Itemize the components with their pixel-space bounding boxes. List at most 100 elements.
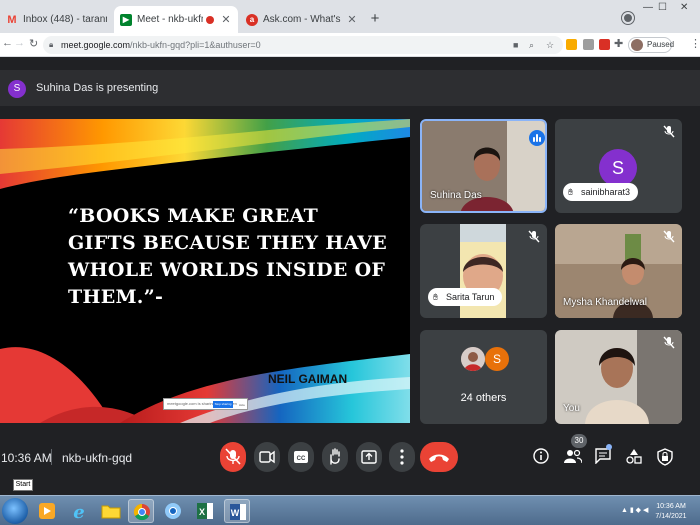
slide-quote: “BOOKS MAKE GREAT GIFTS BECAUSE THEY HAV… bbox=[68, 205, 388, 308]
profile-status: Paused bbox=[647, 40, 675, 49]
host-controls-icon[interactable] bbox=[657, 448, 673, 471]
tab-strip: M Inbox (448) - tarannum@theindi ▶ Meet … bbox=[0, 0, 700, 33]
self-tile[interactable]: You bbox=[555, 330, 682, 424]
screen: M Inbox (448) - tarannum@theindi ▶ Meet … bbox=[0, 0, 700, 525]
avatar: S bbox=[485, 347, 509, 371]
more-options-button[interactable] bbox=[389, 442, 415, 472]
extension-icon[interactable] bbox=[583, 39, 594, 50]
muted-mic-icon bbox=[659, 230, 679, 250]
people-count-badge: 30 bbox=[571, 434, 587, 448]
file-explorer-icon[interactable] bbox=[98, 499, 124, 523]
recording-dot-icon bbox=[206, 15, 214, 24]
clock-time: 10:36 AM bbox=[656, 503, 686, 510]
excel-icon[interactable]: X bbox=[192, 499, 218, 523]
hand-icon: ✋︎ bbox=[433, 292, 439, 302]
gmail-icon: M bbox=[7, 13, 17, 26]
profile-button[interactable]: Paused bbox=[628, 37, 675, 53]
captions-icon: CC bbox=[294, 451, 308, 463]
reload-icon[interactable]: ↻ bbox=[29, 37, 38, 50]
svg-text:W: W bbox=[231, 508, 240, 518]
extension-download-icon[interactable] bbox=[566, 39, 577, 50]
leave-call-button[interactable] bbox=[420, 442, 458, 472]
raise-hand-button[interactable] bbox=[322, 442, 348, 472]
participant-tile[interactable]: Suhina Das bbox=[420, 119, 547, 213]
meeting-code: nkb-ukfn-gqd bbox=[62, 451, 133, 465]
close-tab-icon[interactable]: ✕ bbox=[346, 13, 358, 26]
tab-title: Ask.com - What's Your Question bbox=[263, 14, 343, 25]
captions-button[interactable]: CC bbox=[288, 442, 314, 472]
tray-icons[interactable]: ▲ ▮ ◆ ◀︎ bbox=[621, 506, 648, 514]
muted-mic-icon bbox=[524, 230, 544, 250]
tab-title: Inbox (448) - tarannum@theindi bbox=[23, 14, 107, 25]
presenting-label: Suhina Das is presenting bbox=[36, 82, 159, 94]
windows-taskbar: e X W bbox=[0, 495, 700, 525]
info-icon[interactable] bbox=[533, 448, 549, 469]
new-tab-button[interactable]: + bbox=[367, 11, 383, 27]
ask-icon: a bbox=[246, 13, 258, 26]
participant-tile[interactable]: ✋︎ Sarita Tarun bbox=[420, 224, 547, 318]
meeting-controls: 10:36 AM nkb-ukfn-gqd CC bbox=[0, 430, 700, 480]
tab-ask[interactable]: a Ask.com - What's Your Question ✕ bbox=[240, 6, 364, 33]
more-vert-icon bbox=[400, 449, 404, 465]
participant-name: sainibharat3 bbox=[581, 187, 631, 197]
maximize-icon[interactable]: ☐ bbox=[658, 2, 667, 13]
camera-button[interactable] bbox=[254, 442, 280, 472]
avatar bbox=[461, 347, 485, 371]
hide-button[interactable]: Hide bbox=[239, 400, 245, 410]
muted-mic-icon bbox=[659, 336, 679, 356]
participant-name: Suhina Das bbox=[430, 190, 482, 201]
present-screen-icon bbox=[361, 450, 377, 464]
chrome-icon[interactable] bbox=[128, 499, 154, 523]
others-count: 24 others bbox=[460, 392, 507, 404]
participant-name: Mysha Khandelwal bbox=[563, 297, 647, 308]
back-icon[interactable]: ← bbox=[2, 37, 13, 49]
microphone-button[interactable] bbox=[220, 442, 246, 472]
media-control-icon[interactable] bbox=[622, 12, 634, 24]
chrome-canary-icon[interactable] bbox=[160, 499, 186, 523]
muted-mic-icon bbox=[659, 125, 679, 145]
minimize-icon[interactable]: — bbox=[643, 2, 653, 13]
meeting-time: 10:36 AM bbox=[1, 451, 52, 465]
url-host: meet.google.com bbox=[61, 40, 131, 50]
svg-text:CC: CC bbox=[297, 456, 306, 462]
zoom-icon[interactable]: ⌕ bbox=[529, 36, 534, 54]
others-tile[interactable]: S 24 others bbox=[420, 330, 547, 424]
participant-tile[interactable]: Mysha Khandelwal bbox=[555, 224, 682, 318]
media-player-icon[interactable] bbox=[34, 499, 60, 523]
camera-icon[interactable]: ■ bbox=[513, 36, 518, 54]
extension-icon[interactable] bbox=[599, 39, 610, 50]
chat-icon[interactable] bbox=[595, 444, 612, 469]
stop-sharing-button[interactable]: Stop sharing bbox=[213, 401, 233, 408]
tab-meet[interactable]: ▶ Meet - nkb-ukfn-gqd ✕ bbox=[114, 6, 238, 33]
participant-name-pill: ✋︎ sainibharat3 bbox=[563, 183, 639, 201]
shared-screen: “BOOKS MAKE GREAT GIFTS BECAUSE THEY HAV… bbox=[0, 119, 410, 423]
menu-icon[interactable]: ⋮ bbox=[690, 37, 700, 50]
start-button[interactable] bbox=[2, 498, 28, 524]
address-bar[interactable]: 🔒︎ meet.google.com/nkb-ukfn-gqd?pli=1&au… bbox=[43, 36, 563, 54]
hand-icon: ✋︎ bbox=[568, 187, 574, 197]
browser-toolbar: ← → ↻ 🔒︎ meet.google.com/nkb-ukfn-gqd?pl… bbox=[0, 33, 700, 57]
internet-explorer-icon[interactable]: e bbox=[66, 499, 92, 523]
meet-icon: ▶ bbox=[120, 13, 132, 26]
close-tab-icon[interactable]: ✕ bbox=[220, 13, 232, 26]
lock-icon: 🔒︎ bbox=[49, 40, 54, 49]
people-icon[interactable] bbox=[564, 448, 583, 469]
presenting-banner: S Suhina Das is presenting bbox=[0, 70, 700, 106]
present-button[interactable] bbox=[356, 442, 382, 472]
tab-gmail[interactable]: M Inbox (448) - tarannum@theindi bbox=[0, 6, 113, 33]
word-icon[interactable]: W bbox=[224, 499, 250, 523]
clock-date: 7/14/2021 bbox=[655, 513, 687, 520]
avatar bbox=[631, 39, 643, 51]
tab-title: Meet - nkb-ukfn-gqd bbox=[137, 14, 203, 25]
forward-icon[interactable]: → bbox=[14, 37, 25, 49]
slide-author: NEIL GAIMAN bbox=[268, 372, 348, 386]
close-window-icon[interactable]: ✕ bbox=[680, 2, 688, 13]
system-clock[interactable]: 10:36 AM 7/14/2021 bbox=[650, 502, 692, 522]
sharing-notice: meetgoogle.com is sharing your screen St… bbox=[163, 398, 248, 410]
hand-icon bbox=[330, 448, 340, 465]
participant-tile[interactable]: S ✋︎ sainibharat3 bbox=[555, 119, 682, 213]
url-path: /nkb-ukfn-gqd?pli=1&authuser=0 bbox=[130, 40, 261, 50]
extensions-puzzle-icon[interactable]: ✚ bbox=[614, 37, 623, 50]
activities-icon[interactable] bbox=[626, 448, 642, 469]
bookmark-star-icon[interactable]: ☆ bbox=[546, 36, 554, 54]
